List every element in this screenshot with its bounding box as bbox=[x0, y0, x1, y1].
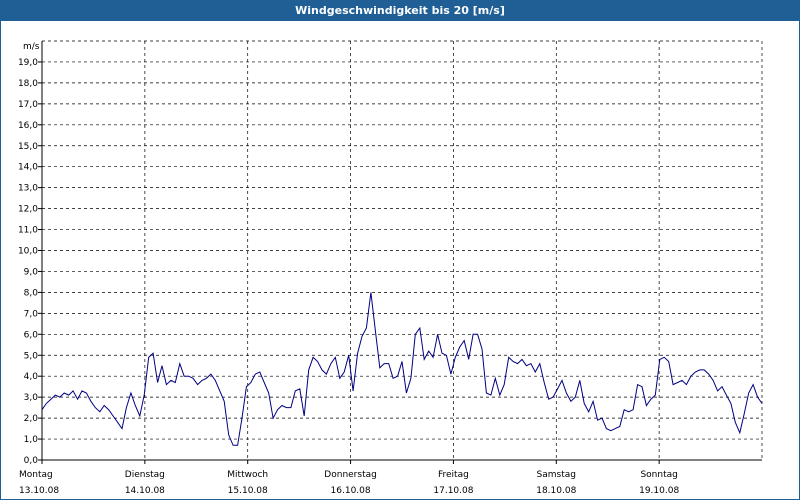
y-tick-label: 19,0 bbox=[18, 58, 38, 68]
series-layer bbox=[41, 292, 763, 446]
y-tick-label: 2,0 bbox=[24, 414, 39, 424]
x-tick-label-date: 16.10.08 bbox=[331, 486, 371, 496]
y-tick-label: 5,0 bbox=[24, 351, 39, 361]
y-tick-label: 12,0 bbox=[18, 205, 38, 215]
y-tick-label: 18,0 bbox=[18, 79, 38, 89]
y-tick-label: 14,0 bbox=[18, 163, 38, 173]
x-tick-label-day: Sonntag bbox=[640, 470, 677, 480]
series-line bbox=[41, 292, 763, 446]
y-tick-label: 13,0 bbox=[18, 184, 38, 194]
chart-canvas: 0,0 1,0 2,0 3,0 4,0 5,0 6,0 7,0 8,0 9,0 10,0 11,0 12… bbox=[18, 40, 763, 496]
x-tick-label-date: 19.10.08 bbox=[639, 486, 679, 496]
x-tick-label-day: Donnerstag bbox=[324, 470, 377, 480]
y-tick-label: 3,0 bbox=[24, 393, 39, 403]
y-tick-label: 16,0 bbox=[18, 121, 38, 131]
x-tick-label-date: 17.10.08 bbox=[433, 486, 473, 496]
x-tick-label-day: Montag bbox=[19, 470, 53, 480]
axis-layer bbox=[38, 41, 762, 464]
y-tick-label: 8,0 bbox=[24, 288, 39, 298]
x-tick-label-day: Freitag bbox=[438, 470, 469, 480]
x-tick-label-date: 18.10.08 bbox=[536, 486, 576, 496]
y-tick-label: 4,0 bbox=[24, 372, 39, 382]
y-tick-label: 10,0 bbox=[18, 247, 38, 257]
y-tick-label: 17,0 bbox=[18, 100, 38, 110]
x-tick-label-day: Samstag bbox=[537, 470, 576, 480]
chart-window: Windgeschwindigkeit bis 20 [m/s] 0,0 1,0 2… bbox=[0, 0, 800, 500]
x-tick-label-date: 14.10.08 bbox=[125, 486, 165, 496]
y-tick-label: 15,0 bbox=[18, 142, 38, 152]
y-tick-label: 7,0 bbox=[24, 309, 39, 319]
grid-layer bbox=[42, 40, 763, 460]
y-tick-label: 1,0 bbox=[24, 435, 39, 445]
x-tick-label-day: Mittwoch bbox=[227, 470, 268, 480]
y-axis-label: m/s bbox=[23, 42, 40, 52]
y-tick-label: 9,0 bbox=[24, 267, 39, 277]
tick-label-layer: 0,0 1,0 2,0 3,0 4,0 5,0 6,0 7,0 8,0 9,0 10,0 11,0 12… bbox=[18, 42, 680, 496]
y-tick-label: 11,0 bbox=[18, 226, 38, 236]
x-tick-label-day: Dienstag bbox=[125, 470, 165, 480]
y-tick-label: 0,0 bbox=[24, 456, 39, 466]
x-tick-label-date: 15.10.08 bbox=[228, 486, 268, 496]
x-tick-label-date: 13.10.08 bbox=[19, 486, 59, 496]
y-tick-label: 6,0 bbox=[24, 330, 39, 340]
